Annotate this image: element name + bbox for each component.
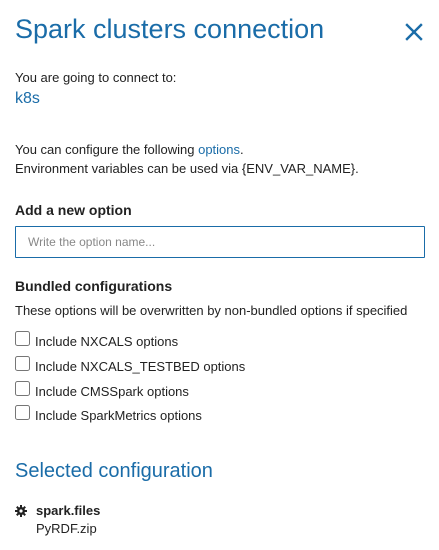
selected-option-key: spark.files <box>36 503 101 518</box>
bundled-option-nxcals[interactable]: Include NXCALS options <box>15 329 179 349</box>
option-name-input[interactable] <box>15 226 425 258</box>
cmsspark-checkbox[interactable] <box>15 380 30 396</box>
option-settings-button[interactable] <box>15 505 27 517</box>
bundled-option-label: Include NXCALS_TESTBED options <box>35 358 246 374</box>
add-option-heading: Add a new option <box>15 202 132 218</box>
bundled-heading: Bundled configurations <box>15 278 173 294</box>
connect-label: You are going to connect to: <box>15 70 177 85</box>
selected-configuration-heading: Selected configuration <box>15 460 213 482</box>
env-var-note: Environment variables can be used via {E… <box>15 161 359 176</box>
selected-option-value: PyRDF.zip <box>36 521 97 536</box>
configure-prefix: You can configure the following <box>15 142 199 157</box>
nxcals-checkbox[interactable] <box>15 330 30 346</box>
configure-text: You can configure the following options. <box>15 142 244 157</box>
bundled-option-label: Include SparkMetrics options <box>35 407 202 423</box>
bundled-option-cmsspark[interactable]: Include CMSSpark options <box>15 379 189 399</box>
configure-suffix: . <box>240 142 244 157</box>
sparkmetrics-checkbox[interactable] <box>15 404 30 420</box>
close-icon <box>405 23 423 41</box>
gear-icon <box>15 505 27 517</box>
bundled-note: These options will be overwritten by non… <box>15 303 408 318</box>
bundled-option-sparkmetrics[interactable]: Include SparkMetrics options <box>15 403 202 423</box>
nxcals-testbed-checkbox[interactable] <box>15 355 30 371</box>
connect-target: k8s <box>15 90 40 107</box>
dialog-title: Spark clusters connection <box>15 14 325 44</box>
bundled-option-nxcals-testbed[interactable]: Include NXCALS_TESTBED options <box>15 354 246 374</box>
close-button[interactable] <box>402 20 426 44</box>
options-link[interactable]: options <box>198 142 240 157</box>
bundled-option-label: Include CMSSpark options <box>35 383 189 399</box>
bundled-option-label: Include NXCALS options <box>35 333 179 349</box>
